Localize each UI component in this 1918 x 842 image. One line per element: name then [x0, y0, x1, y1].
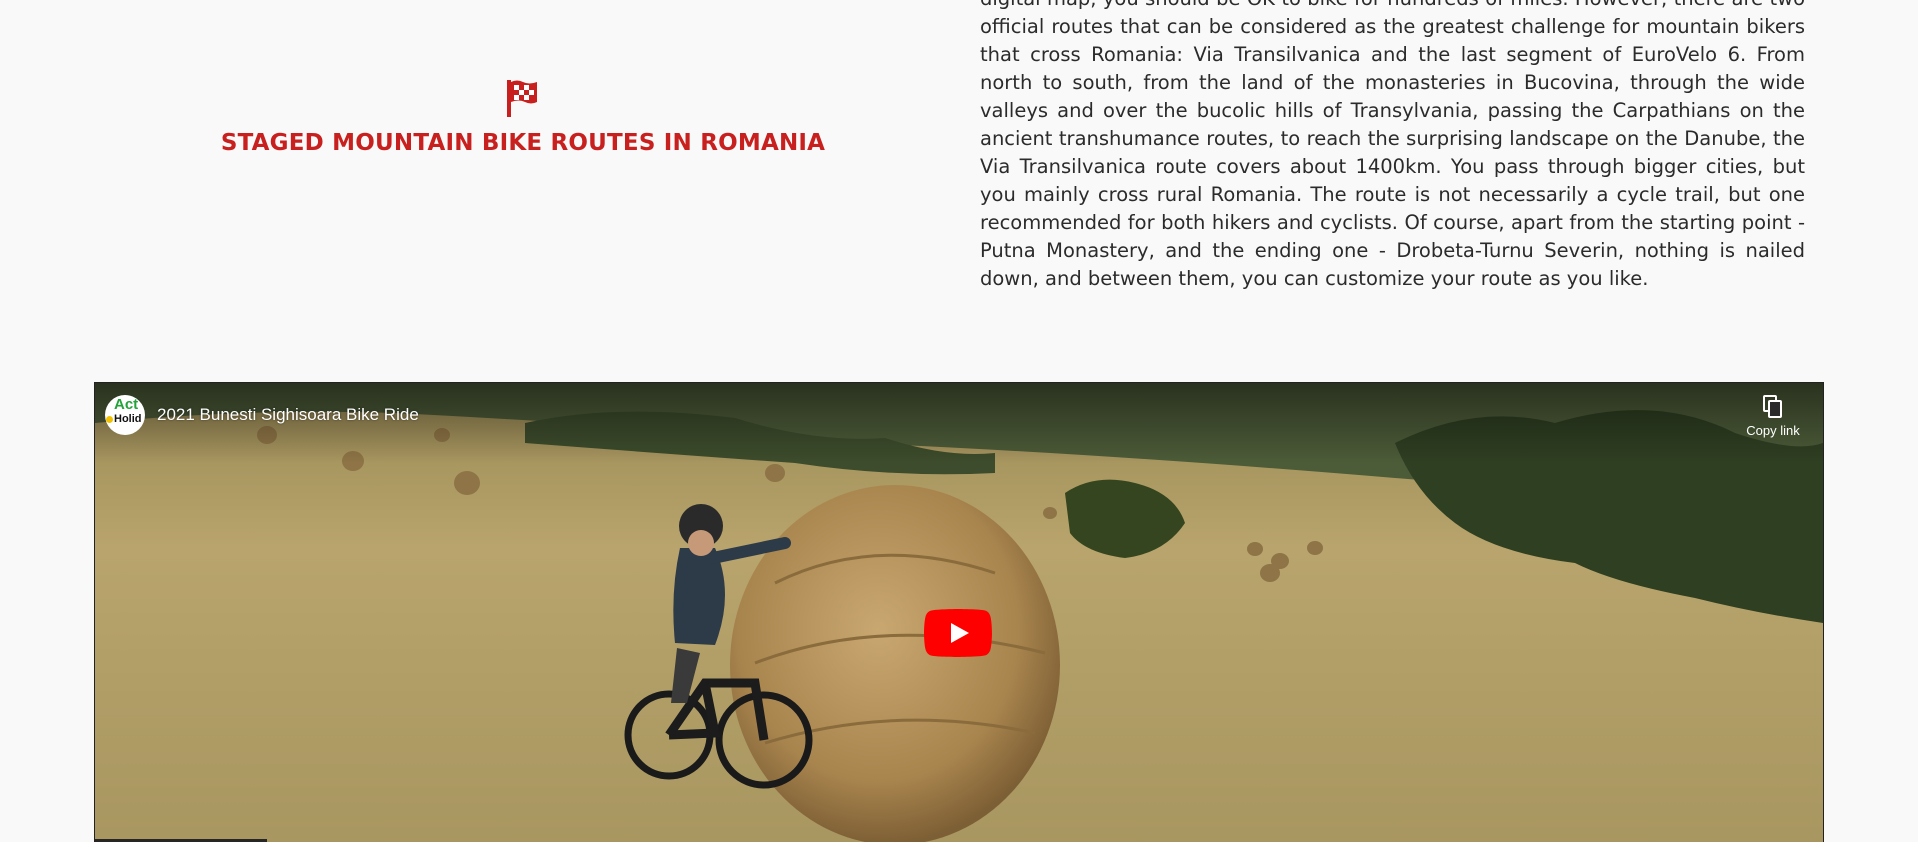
- channel-logo-dot: [106, 416, 113, 423]
- video-title-link[interactable]: 2021 Bunesti Sighisoara Bike Ride: [157, 405, 419, 425]
- channel-logo-subtext: Holid: [114, 413, 142, 425]
- article-paragraph: digital map, you should be OK to bike fo…: [980, 0, 1805, 290]
- checkered-flag-icon: [507, 80, 537, 117]
- channel-logo-text: Act: [114, 396, 139, 413]
- copy-link-button[interactable]: Copy link: [1733, 395, 1813, 447]
- section-title: STAGED MOUNTAIN BIKE ROUTES IN ROMANIA: [220, 130, 826, 156]
- page: STAGED MOUNTAIN BIKE ROUTES IN ROMANIA d…: [0, 0, 1918, 842]
- channel-avatar[interactable]: Act Holid: [105, 395, 145, 435]
- copy-link-label: Copy link: [1746, 423, 1800, 438]
- article-text-block: digital map, you should be OK to bike fo…: [980, 0, 1805, 293]
- youtube-play-icon[interactable]: [924, 609, 992, 657]
- section-heading-block: STAGED MOUNTAIN BIKE ROUTES IN ROMANIA: [0, 0, 1046, 370]
- copy-icon: [1763, 395, 1782, 418]
- video-embed[interactable]: Act Holid 2021 Bunesti Sighisoara Bike R…: [94, 382, 1824, 842]
